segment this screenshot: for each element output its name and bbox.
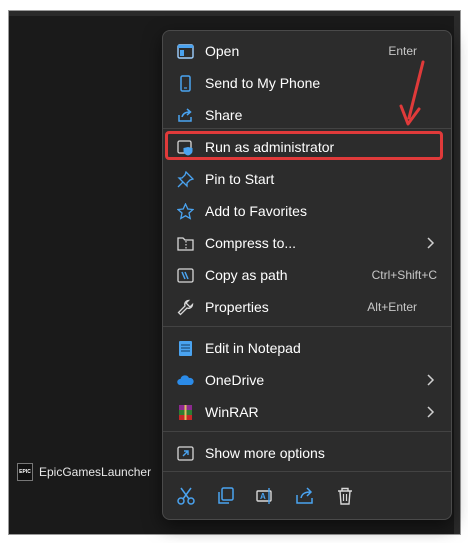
menu-item-winrar[interactable]: WinRAR: [167, 397, 447, 427]
svg-text:A: A: [260, 492, 266, 501]
menu-item-pin-to-start[interactable]: Pin to Start: [167, 164, 447, 194]
menu-item-copy-as-path[interactable]: Copy as path Ctrl+Shift+C: [167, 260, 447, 290]
highlight-box: [165, 131, 443, 160]
menu-separator: [163, 431, 451, 432]
menu-item-edit-in-notepad[interactable]: Edit in Notepad: [167, 333, 447, 363]
menu-separator: [163, 326, 451, 327]
notepad-icon: [179, 341, 192, 356]
star-icon: [177, 203, 194, 220]
chevron-right-icon: [427, 374, 435, 386]
share-icon[interactable]: [295, 486, 315, 506]
open-icon: [177, 44, 194, 59]
menu-item-add-to-favorites[interactable]: Add to Favorites: [167, 196, 447, 226]
red-arrow-annotation: [399, 60, 425, 126]
desktop-shortcut-epic[interactable]: EPIC EpicGamesLauncher: [17, 461, 162, 483]
rename-icon[interactable]: A: [255, 486, 275, 506]
delete-icon[interactable]: [335, 486, 355, 506]
epic-games-logo: EPIC: [17, 463, 33, 481]
chevron-right-icon: [427, 237, 435, 249]
menu-item-show-more-options[interactable]: Show more options: [167, 438, 447, 468]
copy-path-icon: [177, 268, 194, 283]
chevron-right-icon: [427, 406, 435, 418]
more-options-icon: [177, 446, 194, 461]
desktop-shortcut-label: EpicGamesLauncher: [39, 465, 152, 479]
share-icon: [178, 108, 192, 122]
pin-icon: [177, 171, 194, 188]
winrar-icon: [179, 405, 192, 420]
menu-item-properties[interactable]: Properties Alt+Enter: [167, 292, 447, 322]
onedrive-icon: [177, 375, 194, 385]
cut-icon[interactable]: [176, 486, 196, 506]
zip-folder-icon: [177, 237, 194, 251]
quick-actions-bar: A: [163, 478, 451, 516]
copy-icon[interactable]: [216, 486, 236, 506]
menu-item-onedrive[interactable]: OneDrive: [167, 365, 447, 395]
menu-separator: [163, 471, 451, 472]
desktop-edge: [454, 11, 460, 534]
phone-icon: [180, 75, 191, 92]
desktop-background: [9, 11, 460, 16]
wrench-icon: [177, 299, 194, 316]
menu-item-compress-to[interactable]: Compress to...: [167, 228, 447, 258]
